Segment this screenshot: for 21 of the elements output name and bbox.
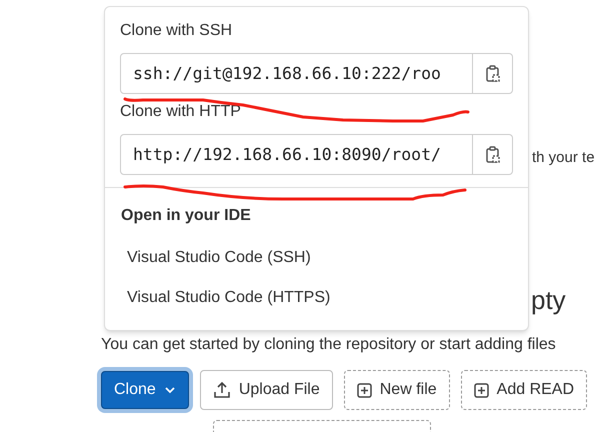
upload-file-button[interactable]: Upload File	[200, 370, 333, 410]
add-file-button[interactable]: New file	[344, 370, 450, 410]
clipboard-icon	[484, 64, 501, 82]
ide-menu-item[interactable]: Visual Studio Code (SSH)	[105, 238, 528, 278]
plus-square-icon	[474, 382, 489, 398]
copy-url-button[interactable]	[473, 134, 513, 175]
plus-square-icon	[356, 382, 372, 398]
clone-url-field[interactable]: http://192.168.66.10:8090/root/	[120, 134, 474, 175]
add-file-button[interactable]: Add READ	[460, 370, 588, 410]
clone-option-title: Clone with HTTP	[120, 102, 242, 122]
ide-section-title: Open in your IDE	[121, 207, 251, 224]
chevron-down-icon	[164, 386, 176, 394]
ide-menu-item[interactable]: Visual Studio Code (HTTPS)	[105, 278, 528, 318]
empty-description: You can get started by cloning the repository or start adding files	[101, 335, 557, 355]
upload-icon	[212, 381, 231, 399]
clone-option-title: Clone with SSH	[120, 21, 234, 41]
empty-heading: pty	[531, 285, 566, 315]
copy-url-button[interactable]	[473, 53, 513, 94]
description-text: th your te	[532, 149, 595, 166]
clone-url-field[interactable]: ssh://git@192.168.66.10:222/roo	[120, 53, 474, 94]
clipboard-icon	[484, 146, 501, 164]
